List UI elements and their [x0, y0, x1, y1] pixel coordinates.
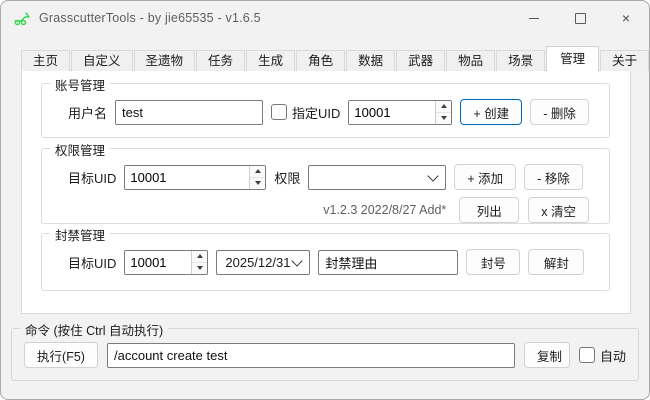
create-account-button[interactable]: + 创建 — [460, 99, 522, 125]
tab-artifact[interactable]: 圣遗物 — [134, 50, 196, 71]
tab-custom[interactable]: 自定义 — [71, 50, 133, 71]
permission-combobox[interactable] — [308, 165, 446, 190]
list-permissions-button[interactable]: 列出 — [459, 197, 519, 223]
account-uid-spinner — [348, 100, 452, 125]
triangle-down-icon — [441, 116, 447, 120]
specify-uid-checkbox[interactable]: 指定UID — [271, 103, 340, 122]
spin-down-button[interactable] — [250, 178, 265, 189]
auto-checkbox[interactable]: 自动 — [579, 346, 626, 365]
triangle-up-icon — [197, 254, 203, 258]
permission-management-group: 权限管理 目标UID 权限 + 添加 - 移除 — [41, 148, 610, 224]
maximize-icon — [575, 13, 586, 24]
command-input[interactable] — [107, 343, 515, 368]
ban-date-value: 2025/12/31 — [225, 255, 293, 270]
ban-target-uid-label: 目标UID — [68, 253, 116, 272]
triangle-down-icon — [197, 266, 203, 270]
account-uid-input[interactable] — [349, 101, 435, 124]
spin-buttons — [435, 101, 451, 124]
ban-management-group: 封禁管理 目标UID 2025/12/31 封号 解封 — [41, 233, 610, 291]
permission-group-title: 权限管理 — [50, 140, 110, 159]
spin-buttons — [249, 166, 265, 189]
tab-avatar[interactable]: 角色 — [296, 50, 345, 71]
minimize-icon — [529, 18, 539, 19]
tab-quest[interactable]: 任务 — [196, 50, 245, 71]
spin-up-button[interactable] — [250, 166, 265, 178]
command-group-title: 命令 (按住 Ctrl 自动执行) — [20, 320, 168, 339]
delete-account-button[interactable]: - 删除 — [530, 99, 589, 125]
checkbox-icon — [271, 104, 287, 120]
permission-version-note: v1.2.3 2022/8/27 Add* — [323, 203, 446, 217]
spin-buttons — [191, 251, 207, 274]
grasscutter-logo-icon — [13, 10, 31, 26]
perm-target-uid-input[interactable] — [125, 166, 249, 189]
ban-button[interactable]: 封号 — [466, 249, 520, 275]
tab-home[interactable]: 主页 — [21, 50, 70, 71]
execute-button[interactable]: 执行(F5) — [24, 342, 98, 368]
manage-tab-page: 账号管理 用户名 指定UID + 创建 - 删除 — [21, 70, 631, 314]
tab-bar: 主页 自定义 圣遗物 任务 生成 角色 数据 武器 物品 场景 管理 关于 ◀ … — [21, 46, 629, 71]
tab-about[interactable]: 关于 — [600, 50, 649, 71]
perm-target-uid-label: 目标UID — [68, 168, 116, 187]
minimize-button[interactable] — [511, 1, 557, 35]
app-window: GrasscutterTools - by jie65535 - v1.6.5 … — [0, 0, 650, 400]
add-permission-button[interactable]: + 添加 — [454, 164, 516, 190]
spin-up-button[interactable] — [436, 101, 451, 113]
unban-button[interactable]: 解封 — [528, 249, 584, 275]
tab-manage[interactable]: 管理 — [546, 46, 599, 72]
checkbox-icon — [579, 347, 595, 363]
ban-target-uid-input[interactable] — [125, 251, 191, 274]
username-label: 用户名 — [68, 103, 107, 122]
specify-uid-label: 指定UID — [292, 103, 340, 122]
close-icon: × — [622, 11, 630, 25]
command-group: 命令 (按住 Ctrl 自动执行) 执行(F5) 复制 自动 — [11, 328, 639, 381]
tab-scene[interactable]: 场景 — [496, 50, 545, 71]
copy-button[interactable]: 复制 — [524, 342, 570, 368]
account-management-group: 账号管理 用户名 指定UID + 创建 - 删除 — [41, 83, 610, 138]
triangle-up-icon — [441, 104, 447, 108]
ban-target-uid-spinner — [124, 250, 208, 275]
ban-reason-input[interactable] — [318, 250, 458, 275]
auto-label: 自动 — [600, 346, 626, 365]
triangle-up-icon — [255, 169, 261, 173]
remove-permission-button[interactable]: - 移除 — [524, 164, 583, 190]
spin-down-button[interactable] — [192, 263, 207, 274]
spin-down-button[interactable] — [436, 113, 451, 124]
close-button[interactable]: × — [603, 1, 649, 35]
chevron-down-icon — [428, 170, 439, 181]
tab-weapon[interactable]: 武器 — [396, 50, 445, 71]
spin-up-button[interactable] — [192, 251, 207, 263]
ban-group-title: 封禁管理 — [50, 225, 110, 244]
tab-spawn[interactable]: 生成 — [246, 50, 295, 71]
chevron-down-icon — [292, 255, 303, 266]
maximize-button[interactable] — [557, 1, 603, 35]
triangle-down-icon — [255, 181, 261, 185]
window-title: GrasscutterTools - by jie65535 - v1.6.5 — [39, 11, 261, 25]
clear-permissions-button[interactable]: x 清空 — [528, 197, 589, 223]
account-group-title: 账号管理 — [50, 75, 110, 94]
title-bar: GrasscutterTools - by jie65535 - v1.6.5 … — [1, 1, 649, 35]
ban-date-picker[interactable]: 2025/12/31 — [216, 250, 310, 275]
username-input[interactable] — [115, 100, 263, 125]
tab-stats[interactable]: 数据 — [346, 50, 395, 71]
window-controls: × — [511, 1, 649, 35]
perm-target-uid-spinner — [124, 165, 266, 190]
permission-label: 权限 — [274, 168, 300, 187]
tab-item[interactable]: 物品 — [446, 50, 495, 71]
